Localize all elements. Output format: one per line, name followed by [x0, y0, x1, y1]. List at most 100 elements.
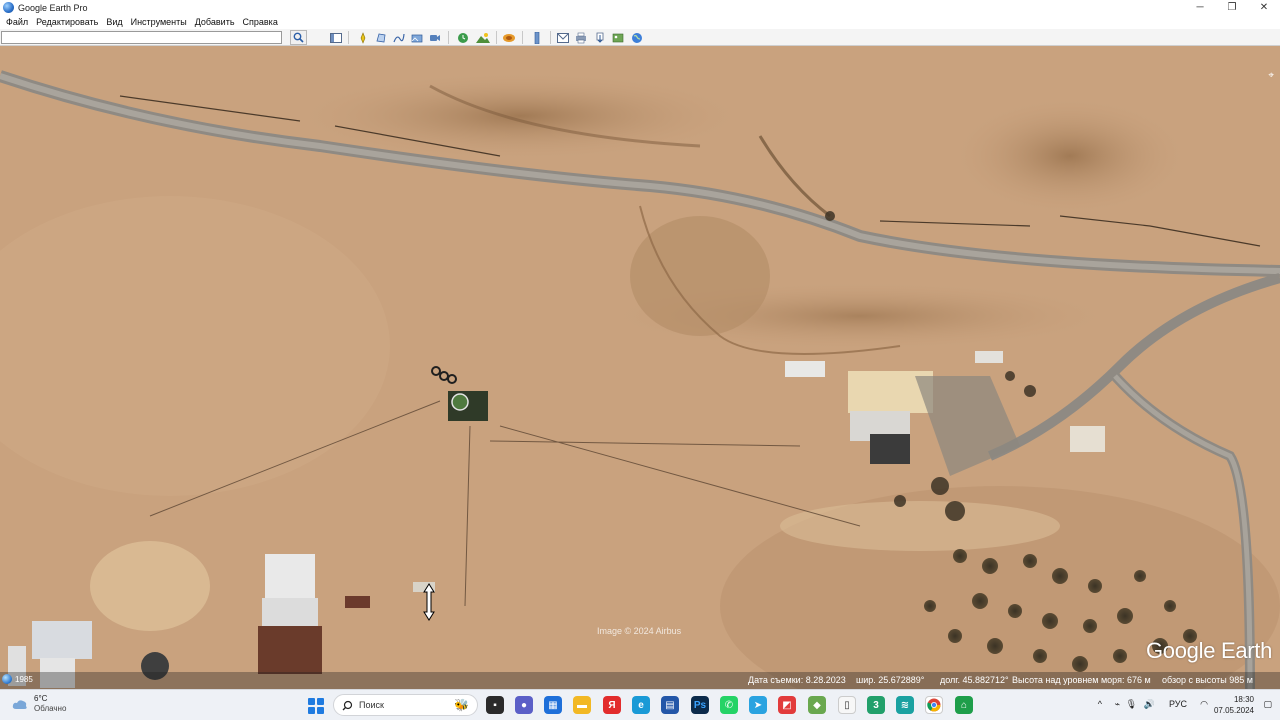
weather-description: Облачно: [34, 704, 67, 713]
clock-globe-icon: [458, 32, 468, 43]
envelope-icon: [557, 32, 569, 43]
taskbar-clock[interactable]: 18:30 07.05.2024: [1214, 694, 1254, 716]
teams-chat-icon[interactable]: ●: [515, 696, 533, 714]
google-earth-app-icon: [3, 2, 14, 13]
volume-icon[interactable]: 🔊: [1144, 699, 1155, 710]
save-image-button[interactable]: [593, 31, 607, 44]
search-input[interactable]: [1, 31, 282, 44]
search-highlight-icon: 🐝: [454, 698, 469, 712]
earth-globe-icon: [632, 32, 642, 43]
windows-logo-icon: [308, 698, 315, 705]
print-icon: [576, 32, 586, 43]
notification-icon[interactable]: ▢: [1263, 699, 1272, 710]
windows-logo-icon: [317, 698, 324, 705]
maximize-button[interactable]: ❐: [1216, 0, 1248, 15]
toolbar-separator: [522, 31, 523, 44]
window-title: Google Earth Pro: [18, 2, 88, 13]
microphone-icon[interactable]: 🎙: [1126, 699, 1137, 710]
map-status-bar: 1985 Дата съемки: 8.28.2023 шир. 25.6728…: [0, 672, 1280, 689]
add-image-overlay-button[interactable]: [410, 31, 424, 44]
menu-add[interactable]: Добавить: [191, 17, 239, 27]
wifi-icon[interactable]: ◠: [1200, 699, 1208, 710]
yandex-browser-icon[interactable]: Я: [603, 696, 621, 714]
record-tour-button[interactable]: [428, 31, 442, 44]
sunlight-button[interactable]: [476, 31, 490, 44]
latitude-readout: шир. 25.672889°: [856, 675, 925, 685]
historical-imagery-badge[interactable]: 1985: [2, 674, 33, 684]
app-teal-icon[interactable]: ≋: [896, 696, 914, 714]
earth-map-view[interactable]: ⌖ Image © 2024 Airbus Google Earth 1985 …: [0, 46, 1280, 689]
menu-help[interactable]: Справка: [239, 17, 282, 27]
satellite-imagery: [0, 46, 1280, 689]
view-in-maps-button[interactable]: [611, 31, 625, 44]
toolbar-separator: [348, 31, 349, 44]
save-image-icon: [596, 32, 604, 43]
tour-camera-icon: [430, 34, 440, 41]
print-button[interactable]: [574, 31, 588, 44]
ruler-icon: [534, 31, 540, 44]
cloud-icon: [12, 700, 27, 709]
whatsapp-icon[interactable]: ✆: [720, 696, 738, 714]
elevation-readout: Высота над уровнем моря: 676 м: [1012, 675, 1151, 685]
menu-bar: Файл Редактировать Вид Инструменты Добав…: [0, 15, 1280, 29]
add-polygon-button[interactable]: [374, 31, 388, 44]
add-placemark-button[interactable]: [356, 31, 370, 44]
menu-tools[interactable]: Инструменты: [127, 17, 191, 27]
menu-view[interactable]: Вид: [102, 17, 126, 27]
title-bar: Google Earth Pro ─ ❐ ✕: [0, 0, 1280, 15]
capture-date: Дата съемки: 8.28.2023: [748, 675, 846, 685]
minimize-button[interactable]: ─: [1184, 0, 1216, 15]
add-path-button[interactable]: [392, 31, 406, 44]
network-icon[interactable]: ⌁: [1115, 699, 1120, 710]
chrome-logo-icon: [927, 698, 941, 712]
historical-imagery-button[interactable]: [456, 31, 470, 44]
chrome-browser-icon[interactable]: [925, 696, 943, 714]
search-icon: [342, 700, 353, 710]
switch-planet-button[interactable]: [502, 31, 516, 44]
eye-altitude-readout: обзор с высоты 985 м: [1162, 675, 1253, 685]
imagery-credit: Image © 2024 Airbus: [597, 626, 682, 636]
sidebar-toggle-button[interactable]: [329, 31, 343, 44]
menu-file[interactable]: Файл: [2, 17, 32, 27]
menu-edit[interactable]: Редактировать: [32, 17, 102, 27]
close-button[interactable]: ✕: [1248, 0, 1280, 15]
google-earth-taskbar-icon[interactable]: ⌂: [955, 696, 973, 714]
store-app-icon[interactable]: ▦: [544, 696, 562, 714]
task-view-icon[interactable]: ▪: [486, 696, 504, 714]
windows-logo-icon: [317, 707, 324, 714]
weather-temperature: 6°C: [34, 694, 48, 703]
file-explorer-icon[interactable]: ▬: [573, 696, 591, 714]
telegram-icon[interactable]: ➤: [749, 696, 767, 714]
navigation-controls-icon[interactable]: ⌖: [1268, 70, 1274, 81]
multicolor-app-icon[interactable]: ◆: [808, 696, 826, 714]
tray-chevron-icon[interactable]: ^: [1098, 699, 1102, 709]
clock-icon: [2, 674, 12, 684]
calculator-icon[interactable]: ▤: [661, 696, 679, 714]
image-overlay-icon: [411, 34, 423, 42]
earth-view-button[interactable]: [630, 31, 644, 44]
polygon-icon: [376, 33, 386, 42]
search-button[interactable]: [290, 30, 307, 45]
toolbar-separator: [550, 31, 551, 44]
placemark-pin-icon: [360, 31, 366, 44]
photoshop-icon[interactable]: Ps: [691, 696, 709, 714]
edge-browser-icon[interactable]: e: [632, 696, 650, 714]
window-controls: ─ ❐ ✕: [1184, 0, 1280, 15]
antivirus-icon[interactable]: ◩: [778, 696, 796, 714]
sidebar-icon: [330, 32, 342, 43]
input-language[interactable]: РУС: [1169, 699, 1187, 709]
ruler-button[interactable]: [530, 31, 544, 44]
notepad-icon[interactable]: ▯: [838, 696, 856, 714]
toolbar: [0, 29, 1280, 46]
start-button[interactable]: [308, 698, 324, 714]
google-earth-watermark: Google Earth: [1146, 638, 1273, 663]
taskbar-search-box[interactable]: Поиск 🐝: [333, 694, 478, 716]
search-label: Поиск: [359, 700, 384, 710]
path-icon: [393, 33, 405, 42]
clock-time: 18:30: [1233, 695, 1254, 704]
weather-widget[interactable]: 6°C Облачно: [12, 694, 66, 714]
email-button[interactable]: [556, 31, 570, 44]
longitude-readout: долг. 45.882712°: [940, 675, 1009, 685]
app-three-icon[interactable]: 3: [867, 696, 885, 714]
toolbar-separator: [496, 31, 497, 44]
